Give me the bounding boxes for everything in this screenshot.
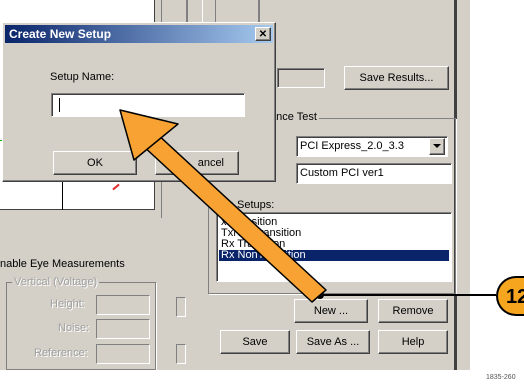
figure-id: 1835-260	[486, 374, 516, 381]
arrow-shaft	[127, 119, 327, 303]
callout-number: 12	[506, 286, 524, 308]
callout-arrow	[119, 109, 496, 303]
